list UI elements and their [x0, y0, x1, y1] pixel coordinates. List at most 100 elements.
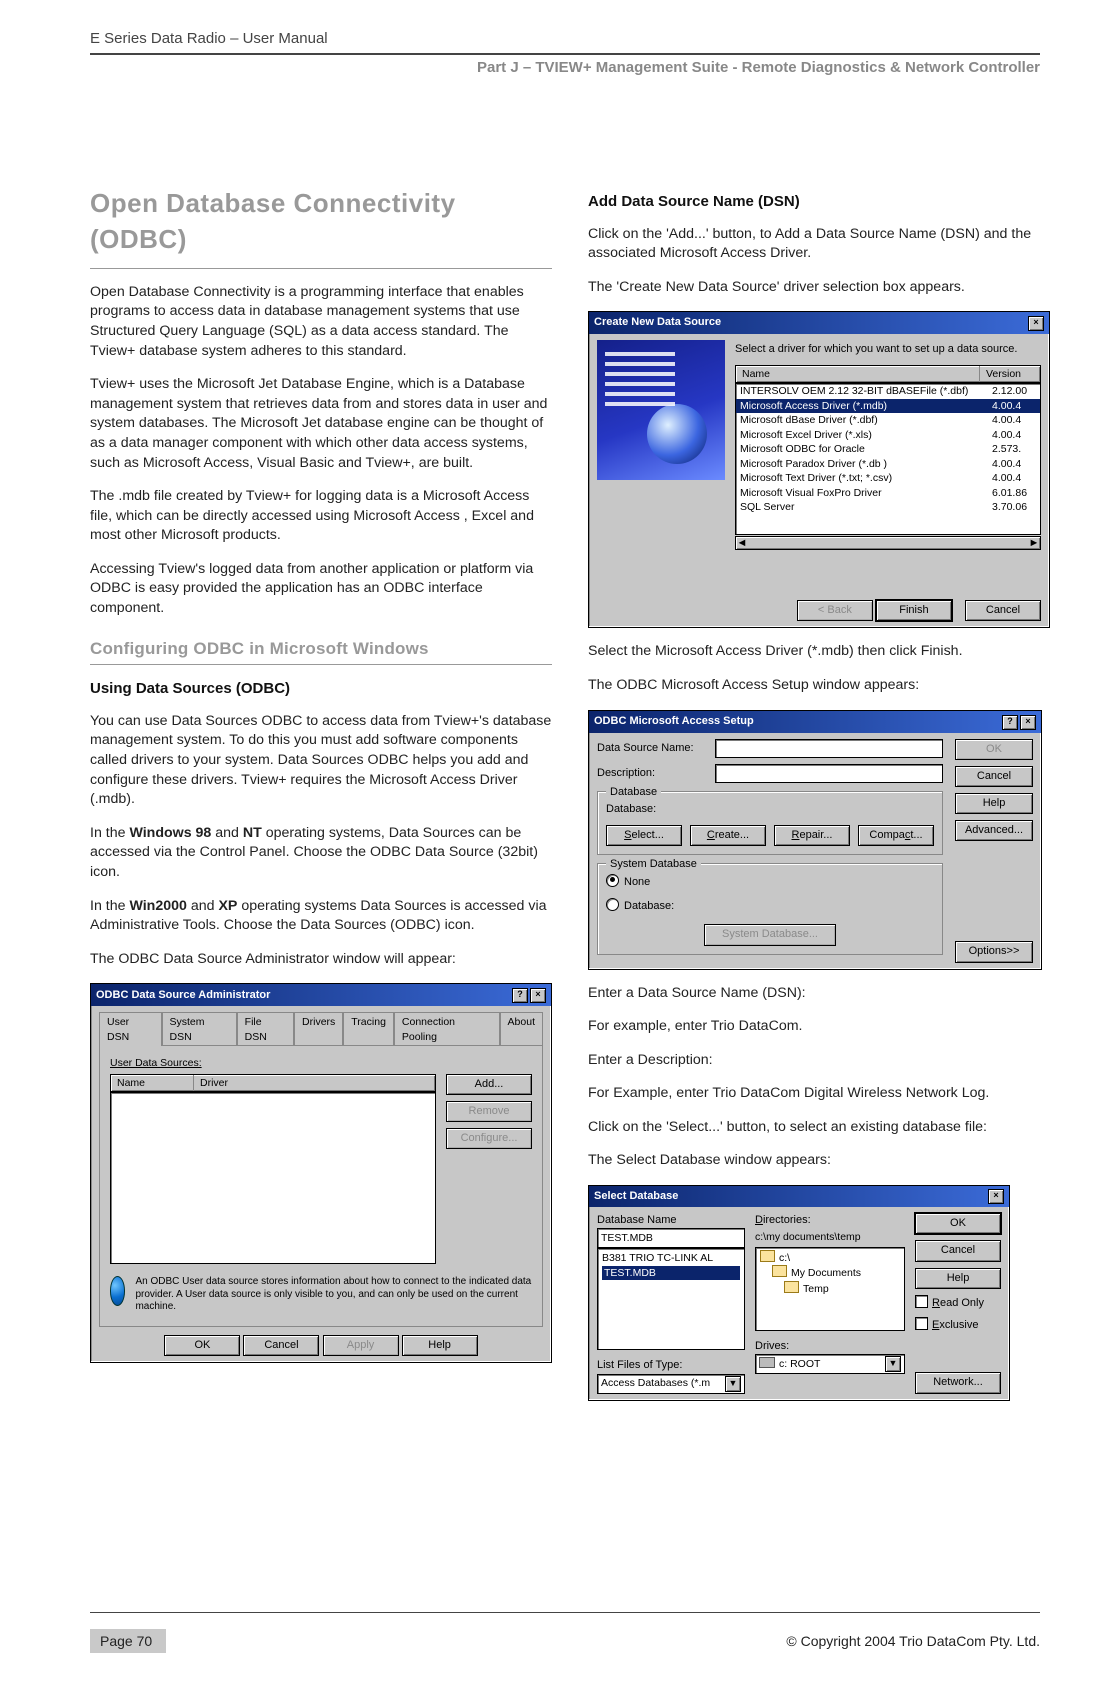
- driver-row[interactable]: Microsoft dBase Driver (*.dbf)4.00.4: [736, 413, 1040, 427]
- driver-row[interactable]: Microsoft Excel Driver (*.xls)4.00.4: [736, 428, 1040, 442]
- subsection-rule: [90, 664, 552, 665]
- title-text: ODBC Data Source Administrator: [96, 988, 270, 1003]
- folder-open-icon: [772, 1265, 787, 1277]
- list-type-select[interactable]: Access Databases (*.m▼: [597, 1374, 745, 1394]
- titlebar[interactable]: Select Database ×: [589, 1186, 1009, 1207]
- close-icon[interactable]: ×: [530, 988, 546, 1003]
- right-column: Add Data Source Name (DSN) Click on the …: [588, 186, 1050, 1415]
- titlebar[interactable]: Create New Data Source ×: [589, 312, 1049, 333]
- para: You can use Data Sources ODBC to access …: [90, 712, 552, 810]
- dialog-select-database: Select Database × Database Name TEST.MDB…: [588, 1185, 1010, 1401]
- label-drives: Drives:: [755, 1339, 905, 1354]
- ok-button: OK: [955, 739, 1033, 760]
- tab-system-dsn[interactable]: System DSN: [162, 1012, 237, 1046]
- horizontal-scrollbar[interactable]: ◄►: [735, 536, 1041, 550]
- help-icon[interactable]: ?: [512, 988, 528, 1003]
- dialog-create-new-ds: Create New Data Source × Select a driver…: [588, 311, 1050, 628]
- file-list[interactable]: B381 TRIO TC-LINK ALTEST.MDB: [597, 1248, 745, 1350]
- tab-drivers[interactable]: Drivers: [294, 1012, 343, 1046]
- para: Enter a Data Source Name (DSN):: [588, 984, 1050, 1004]
- driver-row[interactable]: Microsoft Paradox Driver (*.db )4.00.4: [736, 457, 1040, 471]
- cancel-button[interactable]: Cancel: [965, 600, 1041, 621]
- help-button[interactable]: Help: [955, 793, 1033, 814]
- para: The ODBC Microsoft Access Setup window a…: [588, 676, 1050, 696]
- para: The ODBC Data Source Administrator windo…: [90, 950, 552, 970]
- cancel-button[interactable]: Cancel: [243, 1335, 319, 1356]
- cancel-button[interactable]: Cancel: [955, 766, 1033, 787]
- database-name-input[interactable]: TEST.MDB: [597, 1228, 745, 1248]
- tab-user-dsn[interactable]: User DSN: [99, 1012, 162, 1046]
- network-button[interactable]: Network...: [915, 1372, 1001, 1393]
- add-button[interactable]: Add...: [446, 1074, 532, 1095]
- driver-row[interactable]: Microsoft Text Driver (*.txt; *.csv)4.00…: [736, 471, 1040, 485]
- page-number: Page 70: [90, 1629, 166, 1653]
- description-input[interactable]: [715, 764, 943, 783]
- help-button[interactable]: Help: [402, 1335, 478, 1356]
- file-item[interactable]: B381 TRIO TC-LINK AL: [602, 1251, 740, 1265]
- close-icon[interactable]: ×: [1028, 316, 1044, 331]
- select-button[interactable]: SSelect...elect...: [606, 825, 682, 846]
- tab-about[interactable]: About: [500, 1012, 543, 1046]
- section-title-odbc: Open Database Connectivity (ODBC): [90, 186, 552, 258]
- readonly-checkbox[interactable]: Read Only: [915, 1295, 1001, 1311]
- radio-database[interactable]: Database:: [606, 898, 934, 914]
- help-icon[interactable]: ?: [1002, 715, 1018, 730]
- configure-button: Configure...: [446, 1128, 532, 1149]
- directory-tree[interactable]: c:\ My Documents Temp: [755, 1247, 905, 1331]
- para: Accessing Tview's logged data from anoth…: [90, 560, 552, 619]
- driver-row[interactable]: Microsoft ODBC for Oracle2.573.: [736, 442, 1040, 456]
- tab-strip: User DSNSystem DSNFile DSNDriversTracing…: [99, 1012, 543, 1046]
- user-dsn-list[interactable]: [110, 1092, 436, 1264]
- cancel-button[interactable]: Cancel: [915, 1240, 1001, 1261]
- exclusive-checkbox[interactable]: Exclusive: [915, 1317, 1001, 1333]
- para: Enter a Description:: [588, 1051, 1050, 1071]
- close-icon[interactable]: ×: [988, 1189, 1004, 1204]
- para: In the Win2000 and XP operating systems …: [90, 897, 552, 936]
- driver-row[interactable]: SQL Server3.70.06: [736, 500, 1040, 514]
- info-text: An ODBC User data source stores informat…: [135, 1276, 532, 1314]
- ok-button[interactable]: OK: [164, 1335, 240, 1356]
- label-database-name: Database Name: [597, 1213, 745, 1228]
- label-user-data-sources: User Data Sources:: [110, 1056, 532, 1070]
- title-text: Create New Data Source: [594, 315, 721, 330]
- para: For example, enter Trio DataCom.: [588, 1017, 1050, 1037]
- file-item[interactable]: TEST.MDB: [602, 1266, 740, 1280]
- folder-open-icon: [760, 1250, 775, 1262]
- driver-row[interactable]: Microsoft Visual FoxPro Driver6.01.86: [736, 486, 1040, 500]
- ok-button[interactable]: OK: [915, 1213, 1001, 1234]
- drive-icon: [759, 1357, 775, 1368]
- left-column: Open Database Connectivity (ODBC) Open D…: [90, 186, 552, 1415]
- folder-open-icon: [784, 1281, 799, 1293]
- drives-select[interactable]: c: ROOT▼: [755, 1354, 905, 1374]
- titlebar[interactable]: ODBC Microsoft Access Setup ?×: [589, 711, 1041, 733]
- titlebar[interactable]: ODBC Data Source Administrator ?×: [91, 984, 551, 1006]
- create-button[interactable]: Create...: [690, 825, 766, 846]
- group-system-database: System Database None Database: System Da…: [597, 863, 943, 955]
- tab-file-dsn[interactable]: File DSN: [237, 1012, 294, 1046]
- driver-list-header: NameVersion: [735, 365, 1041, 383]
- driver-row[interactable]: INTERSOLV OEM 2.12 32-BIT dBASEFile (*.d…: [736, 384, 1040, 398]
- close-icon[interactable]: ×: [1020, 715, 1036, 730]
- advanced-button[interactable]: Advanced...: [955, 820, 1033, 841]
- heading-using-ds: Using Data Sources (ODBC): [90, 679, 552, 700]
- dialog-access-setup: ODBC Microsoft Access Setup ?× Data Sour…: [588, 710, 1042, 970]
- help-button[interactable]: Help: [915, 1268, 1001, 1289]
- driver-row[interactable]: Microsoft Access Driver (*.mdb)4.00.4: [736, 399, 1040, 413]
- repair-button[interactable]: Repair...: [774, 825, 850, 846]
- compact-button[interactable]: Compact...: [858, 825, 934, 846]
- para: The Select Database window appears:: [588, 1151, 1050, 1171]
- para: In the Windows 98 and NT operating syste…: [90, 824, 552, 883]
- current-directory: c:\my documents\temp: [755, 1230, 905, 1244]
- finish-button[interactable]: Finish: [876, 600, 952, 621]
- back-button: < Back: [797, 600, 873, 621]
- tab-tracing[interactable]: Tracing: [343, 1012, 394, 1046]
- driver-list[interactable]: INTERSOLV OEM 2.12 32-BIT dBASEFile (*.d…: [735, 383, 1041, 535]
- tab-connection-pooling[interactable]: Connection Pooling: [394, 1012, 500, 1046]
- part-line: Part J – TVIEW+ Management Suite - Remot…: [90, 59, 1040, 76]
- dsn-input[interactable]: [715, 739, 943, 758]
- radio-none[interactable]: None: [606, 874, 934, 890]
- label-database: Database:: [606, 802, 934, 817]
- options-button[interactable]: Options>>: [955, 941, 1033, 962]
- copyright: © Copyright 2004 Trio DataCom Pty. Ltd.: [786, 1633, 1040, 1649]
- label-description: Description:: [597, 766, 715, 781]
